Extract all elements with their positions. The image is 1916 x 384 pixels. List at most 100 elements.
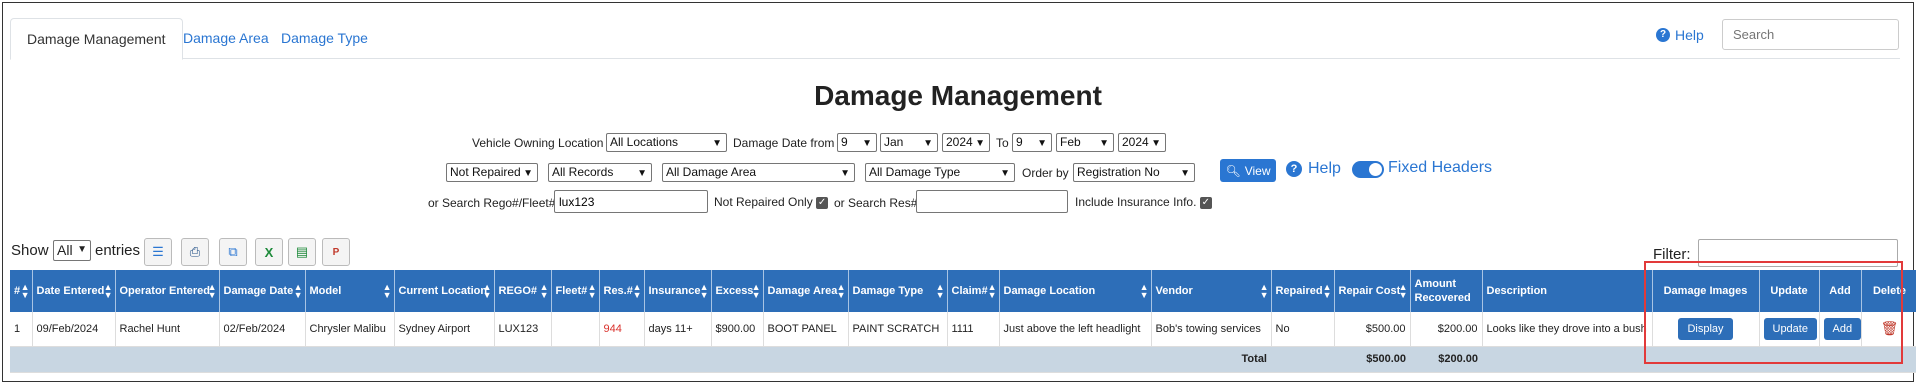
order-by-value: Registration No bbox=[1077, 165, 1160, 179]
print-button[interactable]: ⎙ bbox=[181, 238, 209, 266]
sort-icon: ▲ ▼ bbox=[20, 282, 30, 300]
rego-search-label: or Search Rego#/Fleet# bbox=[428, 196, 556, 210]
update-button[interactable]: Update bbox=[1763, 317, 1817, 340]
pdf-button[interactable]: P bbox=[322, 238, 350, 266]
col-header-label: Date Entered bbox=[36, 285, 105, 297]
col-header-vendor[interactable]: Vendor ▲ ▼ bbox=[1151, 270, 1272, 312]
chevron-down-icon: ▼ bbox=[1151, 138, 1161, 149]
col-header-label: # bbox=[14, 285, 21, 297]
display-button[interactable]: Display bbox=[1678, 317, 1733, 340]
cell-update: Update bbox=[1759, 312, 1820, 347]
damage-type-select[interactable]: All Damage Type ▼ bbox=[865, 163, 1015, 182]
add-button[interactable]: Add bbox=[1823, 317, 1860, 340]
col-header-operator[interactable]: Operator Entered ▲ ▼ bbox=[115, 270, 220, 312]
damage-type-value: All Damage Type bbox=[869, 165, 961, 179]
include-insurance-checkbox[interactable]: ✓ bbox=[1199, 196, 1212, 209]
cell-model: Chrysler Malibu bbox=[305, 312, 395, 347]
question-icon: ? bbox=[1286, 161, 1302, 177]
col-header-damage-location[interactable]: Damage Location ▲ ▼ bbox=[999, 270, 1152, 312]
tab-bar: Damage Management Damage Area Damage Typ… bbox=[10, 18, 1900, 60]
help-link-filters[interactable]: ? Help bbox=[1286, 160, 1341, 178]
col-header-res[interactable]: Res.# ▲ ▼ bbox=[599, 270, 645, 312]
filter-input[interactable] bbox=[1698, 239, 1898, 267]
total-recovered: $200.00 bbox=[1410, 346, 1482, 373]
rego-search-input[interactable] bbox=[554, 190, 708, 213]
col-header-repair-cost[interactable]: Repair Cost ▲ ▼ bbox=[1334, 270, 1411, 312]
from-month-select[interactable]: Jan ▼ bbox=[880, 133, 938, 152]
tab-damage-management[interactable]: Damage Management bbox=[10, 18, 183, 60]
csv-button[interactable]: ▤ bbox=[288, 238, 316, 266]
col-header-label: Claim# bbox=[951, 285, 988, 297]
repaired-select[interactable]: Not Repaired ▼ bbox=[446, 163, 538, 182]
sort-icon: ▲ ▼ bbox=[293, 282, 303, 300]
col-header-damage-area[interactable]: Damage Area ▲ ▼ bbox=[763, 270, 849, 312]
include-insurance-text: Include Insurance Info. bbox=[1075, 195, 1197, 209]
print-icon: ⎙ bbox=[189, 244, 201, 259]
cell-add: Add bbox=[1819, 312, 1862, 347]
order-by-select[interactable]: Registration No ▼ bbox=[1073, 163, 1195, 182]
from-year-select[interactable]: 2024 ▼ bbox=[942, 133, 990, 152]
col-header-damage-type[interactable]: Damage Type ▲ ▼ bbox=[848, 270, 948, 312]
col-header-insurance[interactable]: Insurance ▲ ▼ bbox=[644, 270, 712, 312]
cell-fleet bbox=[551, 312, 600, 347]
not-repaired-only-checkbox[interactable]: ✓ bbox=[816, 196, 829, 209]
to-day-value: 9 bbox=[1016, 135, 1023, 149]
column-visibility-button[interactable]: ☰ bbox=[144, 238, 172, 266]
copy-button[interactable]: ⧉ bbox=[219, 238, 247, 266]
total-spacer bbox=[1271, 346, 1334, 373]
table-total-row: Total $500.00 $200.00 bbox=[10, 346, 1916, 373]
to-month-select[interactable]: Feb ▼ bbox=[1056, 133, 1114, 152]
damage-date-from-label: Damage Date from bbox=[733, 136, 835, 150]
col-header-date-entered[interactable]: Date Entered ▲ ▼ bbox=[32, 270, 116, 312]
owning-location-select[interactable]: All Locations ▼ bbox=[606, 133, 727, 152]
trash-icon[interactable]: 🗑︎ bbox=[1881, 320, 1899, 336]
col-header-label: Damage Location bbox=[1003, 285, 1096, 297]
col-header-fleet[interactable]: Fleet# ▲ ▼ bbox=[551, 270, 600, 312]
col-header-damage-date[interactable]: Damage Date ▲ ▼ bbox=[219, 270, 306, 312]
col-header-model[interactable]: Model ▲ ▼ bbox=[305, 270, 395, 312]
sort-icon: ▲ ▼ bbox=[699, 282, 709, 300]
chevron-down-icon: ▼ bbox=[712, 138, 722, 149]
view-button[interactable]: 🔍︎ View bbox=[1220, 159, 1276, 182]
chevron-down-icon: ▼ bbox=[1180, 168, 1190, 179]
entries-select[interactable]: All ▼ bbox=[53, 240, 91, 261]
fixed-headers-toggle[interactable] bbox=[1352, 161, 1384, 178]
tab-damage-type[interactable]: Damage Type bbox=[265, 18, 384, 59]
col-header-label: Delete bbox=[1872, 285, 1907, 297]
col-header-rego[interactable]: REGO# ▲ ▼ bbox=[494, 270, 552, 312]
filter-label: Filter: bbox=[1653, 246, 1691, 263]
cell-res-link[interactable]: 944 bbox=[599, 312, 645, 347]
records-select[interactable]: All Records ▼ bbox=[548, 163, 652, 182]
from-day-select[interactable]: 9 ▼ bbox=[837, 133, 877, 152]
col-header-repaired[interactable]: Repaired ▲ ▼ bbox=[1271, 270, 1335, 312]
col-header-label: Operator Entered bbox=[119, 285, 210, 297]
sort-icon: ▲ ▼ bbox=[987, 282, 997, 300]
cell-claim: 1111 bbox=[947, 312, 1000, 347]
col-header-location[interactable]: Current Location ▲ ▼ bbox=[394, 270, 495, 312]
col-header-claim[interactable]: Claim# ▲ ▼ bbox=[947, 270, 1000, 312]
search-input[interactable] bbox=[1722, 19, 1899, 50]
sort-icon: ▲ ▼ bbox=[1259, 282, 1269, 300]
res-search-input[interactable] bbox=[916, 190, 1068, 213]
col-header-label: Repaired bbox=[1275, 285, 1323, 297]
sort-icon: ▲ ▼ bbox=[382, 282, 392, 300]
col-header-label: Excess bbox=[715, 285, 754, 297]
excel-button[interactable]: X bbox=[255, 238, 283, 266]
sort-icon: ▲ ▼ bbox=[103, 282, 113, 300]
col-header-label: Damage Type bbox=[852, 285, 924, 297]
col-header-excess[interactable]: Excess ▲ ▼ bbox=[711, 270, 764, 312]
to-year-select[interactable]: 2024 ▼ bbox=[1118, 133, 1166, 152]
help-link[interactable]: ? Help bbox=[1656, 27, 1704, 43]
copy-icon: ⧉ bbox=[228, 244, 238, 259]
damage-area-select[interactable]: All Damage Area ▼ bbox=[662, 163, 855, 182]
page-title: Damage Management bbox=[814, 80, 1102, 111]
chevron-down-icon: ▼ bbox=[840, 168, 850, 179]
col-header-num[interactable]: # ▲ ▼ bbox=[10, 270, 33, 312]
to-day-select[interactable]: 9 ▼ bbox=[1012, 133, 1052, 152]
order-by-label: Order by bbox=[1022, 166, 1069, 180]
col-header-amount-recovered[interactable]: Amount Recovered bbox=[1410, 270, 1483, 312]
table-header-row: # ▲ ▼ Date Entered ▲ ▼ Operator Entered ▲ ▼ Da… bbox=[10, 270, 1916, 312]
cell-excess: $900.00 bbox=[711, 312, 764, 347]
col-header-label: Vendor bbox=[1155, 285, 1193, 297]
to-label: To bbox=[996, 136, 1009, 150]
